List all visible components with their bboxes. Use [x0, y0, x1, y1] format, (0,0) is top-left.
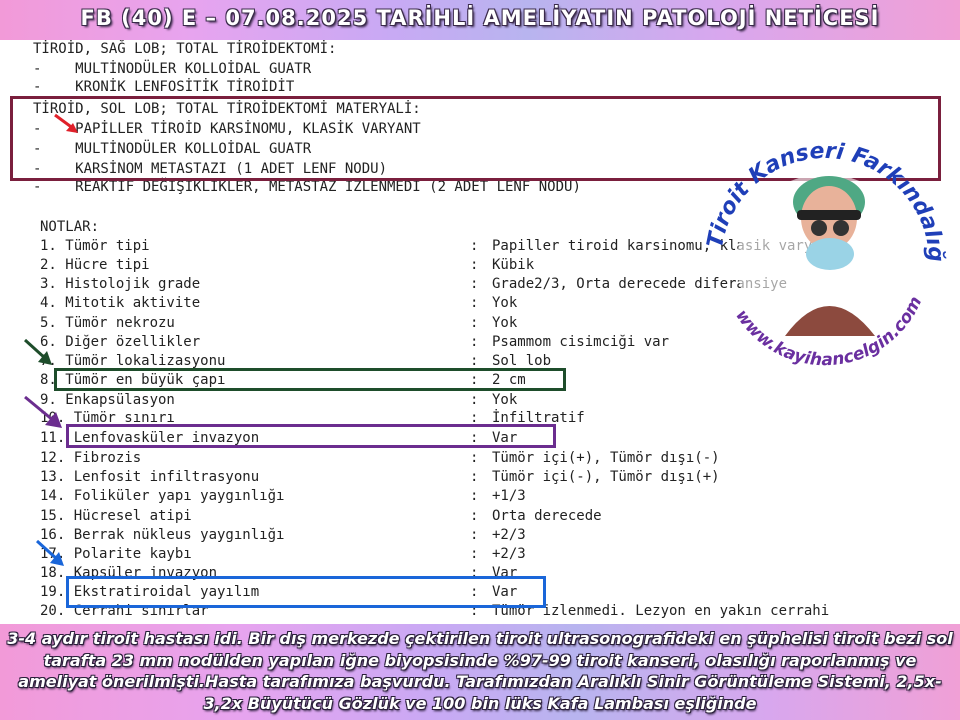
note-row: 5. Tümör nekrozu: Yok — [40, 314, 517, 333]
note-separator: : — [470, 238, 479, 254]
highlight-box-extrathyroidal-extension — [66, 576, 546, 608]
note-row: 6. Diğer özellikler: Psammom cisimciği va… — [40, 333, 669, 352]
note-value: +2/3 — [492, 546, 526, 562]
purple-arrow-icon — [24, 395, 62, 428]
note-label: 16. Berrak nükleus yaygınlığı — [40, 527, 285, 543]
note-row: 2. Hücre tipi: Kübik — [40, 256, 534, 275]
note-separator: : — [470, 450, 479, 466]
note-separator: : — [470, 257, 479, 273]
note-value: +1/3 — [492, 488, 526, 504]
note-label: 1. Tümör tipi — [40, 238, 150, 254]
note-value: Kübik — [492, 257, 535, 273]
note-label: 12. Fibrozis — [40, 450, 142, 466]
note-label: 4. Mitotik aktivite — [40, 295, 201, 311]
note-label: 2. Hücre tipi — [40, 257, 150, 273]
note-separator: : — [470, 488, 479, 504]
note-value: Tümör içi(+), Tümör dışı(-) — [492, 450, 720, 466]
note-separator: : — [470, 527, 479, 543]
note-separator: : — [470, 276, 479, 292]
note-label: 13. Lenfosit infiltrasyonu — [40, 469, 260, 485]
note-separator: : — [470, 392, 479, 408]
note-row: 15. Hücresel atipi: Orta derecede — [40, 507, 602, 526]
title-banner: FB (40) E – 07.08.2025 TARİHLİ AMELİYATI… — [0, 0, 960, 40]
blue-arrow-icon — [35, 539, 64, 566]
note-row: 3. Histolojik grade: Grade2/3, Orta derec… — [40, 275, 787, 294]
note-separator: : — [470, 508, 479, 524]
note-label: 6. Diğer özellikler — [40, 334, 201, 350]
note-value: Yok — [492, 295, 518, 311]
note-value: Tümör içi(-), Tümör dışı(+) — [492, 469, 720, 485]
report-line: TİROİD, SAĞ LOB; TOTAL TİROİDEKTOMİ: — [33, 41, 337, 57]
pathology-report: TİROİD, SAĞ LOB; TOTAL TİROİDEKTOMİ: - M… — [0, 40, 960, 624]
note-value: Orta derecede — [492, 508, 602, 524]
note-label: 3. Histolojik grade — [40, 276, 201, 292]
note-label: 9. Enkapsülasyon — [40, 392, 175, 408]
note-separator: : — [470, 334, 479, 350]
note-label: 5. Tümör nekrozu — [40, 315, 175, 331]
note-row: 13. Lenfosit infiltrasyonu: Tümör içi(-),… — [40, 468, 720, 487]
report-line: - MULTİNODÜLER KOLLOİDAL GUATR — [33, 61, 312, 77]
note-separator: : — [470, 295, 479, 311]
note-separator: : — [470, 315, 479, 331]
note-label: 14. Foliküler yapı yaygınlığı — [40, 488, 285, 504]
highlight-box-tumor-size — [54, 368, 566, 391]
red-arrow-icon — [54, 113, 78, 133]
green-arrow-icon — [23, 338, 52, 365]
note-separator: : — [470, 546, 479, 562]
note-separator: : — [470, 469, 479, 485]
awareness-logo: Tiroit Kanseri Farkındalığı www.kayihanc… — [697, 106, 948, 370]
note-row: 9. Enkapsülasyon: Yok — [40, 391, 517, 410]
note-value: Yok — [492, 315, 518, 331]
note-label: 15. Hücresel atipi — [40, 508, 192, 524]
note-row: 17. Polarite kaybı: +2/3 — [40, 545, 526, 564]
note-value: Sol lob — [492, 353, 552, 369]
note-value: Yok — [492, 392, 518, 408]
caption-banner: 3-4 aydır tiroit hastası idi. Bir dış me… — [0, 624, 960, 720]
note-row: 4. Mitotik aktivite: Yok — [40, 294, 517, 313]
note-row: 12. Fibrozis: Tümör içi(+), Tümör dışı(-) — [40, 449, 720, 468]
page-title: FB (40) E – 07.08.2025 TARİHLİ AMELİYATI… — [80, 6, 880, 30]
note-value: +2/3 — [492, 527, 526, 543]
note-row: 14. Foliküler yapı yaygınlığı: +1/3 — [40, 487, 526, 506]
note-row: 16. Berrak nükleus yaygınlığı: +2/3 — [40, 526, 526, 545]
highlight-box-lymphovascular-invasion — [66, 424, 556, 448]
caption-text: 3-4 aydır tiroit hastası idi. Bir dış me… — [7, 629, 953, 713]
note-value: Psammom cisimciği var — [492, 334, 670, 350]
note-label: 17. Polarite kaybı — [40, 546, 192, 562]
report-line: - KRONİK LENFOSİTİK TİROİDİT — [33, 79, 295, 95]
notes-heading: NOTLAR: — [40, 219, 100, 235]
